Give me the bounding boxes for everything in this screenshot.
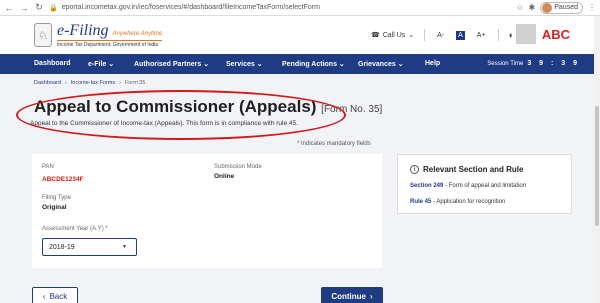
kebab-menu-icon[interactable]: ⋮: [588, 3, 596, 12]
assessment-year-select[interactable]: 2018-19 ▼: [42, 238, 137, 256]
url-text: eportal.incometax.gov.in/iec/foservices/…: [61, 4, 320, 11]
call-us-button[interactable]: ☎ Call Us ⌄: [370, 31, 415, 40]
chevron-right-icon: ›: [64, 80, 67, 86]
logo-subtitle: Income Tax Department, Government of Ind…: [57, 40, 163, 48]
continue-button[interactable]: Continue ›: [321, 287, 383, 303]
site-header: ♘ e-Filing Anywhere Anytime Income Tax D…: [0, 16, 600, 54]
breadcrumb: Dashboard › Income-tax Forms › Form 35: [34, 80, 145, 86]
chevron-right-icon: ›: [119, 80, 121, 86]
browser-toolbar: ← → ↻ 🔒 eportal.incometax.gov.in/iec/fos…: [0, 0, 600, 16]
chevron-right-icon: ›: [370, 291, 373, 301]
session-label: Session Time: [487, 60, 524, 67]
pan-label: PAN: [42, 164, 54, 170]
side-title-text: Relevant Section and Rule: [423, 165, 524, 174]
nav-label: Pending Actions: [282, 61, 337, 68]
reload-icon[interactable]: ↻: [33, 2, 45, 14]
section-line: Section 249 - Form of appeal and limitat…: [410, 183, 526, 189]
phone-icon: ☎: [370, 32, 380, 39]
pan-value: ABCDE1234F: [42, 176, 84, 183]
info-icon: i: [410, 165, 419, 174]
star-icon[interactable]: ☆: [516, 3, 523, 12]
scrollbar-thumb[interactable]: [595, 106, 599, 226]
nav-item-dashboard[interactable]: Dashboard: [34, 60, 71, 67]
relevant-section-card: i Relevant Section and Rule Section 249 …: [397, 154, 572, 214]
nav-item-services[interactable]: Services ⌄: [226, 60, 263, 68]
submission-mode-value: Online: [214, 173, 235, 180]
user-avatar[interactable]: [515, 24, 536, 44]
breadcrumb-current: Form 35: [124, 80, 146, 86]
session-timer: Session Time 3 9 : 3 9: [487, 60, 580, 67]
nav-label: Services: [226, 61, 255, 68]
arrow-left-icon[interactable]: ←: [3, 2, 15, 14]
lock-icon: 🔒: [49, 4, 58, 12]
side-card-title: i Relevant Section and Rule: [410, 165, 523, 174]
extensions-icon[interactable]: ✱: [529, 3, 536, 12]
logo-title: e-Filing: [57, 22, 109, 39]
form-details-card: PAN ABCDE1234F Submission Mode Online Fi…: [32, 154, 382, 268]
arrow-right-icon[interactable]: →: [18, 2, 30, 14]
nav-item-grievances[interactable]: Grievances ⌄: [358, 60, 404, 68]
scrollbar[interactable]: [594, 16, 600, 303]
nav-item-efile[interactable]: e-File ⌄: [88, 60, 114, 68]
assessment-year-value: 2018-19: [49, 243, 75, 251]
logo-tagline: Anywhere Anytime: [112, 31, 163, 37]
chevron-down-icon: ⌄: [408, 32, 415, 39]
main-nav: Dashboard e-File ⌄ Authorised Partners ⌄…: [0, 54, 600, 74]
nav-item-pending-actions[interactable]: Pending Actions ⌄: [282, 60, 345, 68]
site-logo[interactable]: e-Filing Anywhere Anytime Income Tax Dep…: [57, 22, 163, 48]
submission-mode-label: Submission Mode: [214, 164, 262, 170]
font-increase-button[interactable]: A+: [475, 31, 488, 40]
breadcrumb-dashboard[interactable]: Dashboard: [34, 80, 61, 86]
breadcrumb-income-tax-forms[interactable]: Income-tax Forms: [71, 80, 115, 86]
profile-label: Paused: [554, 4, 578, 11]
nav-label: Authorised Partners: [134, 61, 202, 68]
session-time: 3 9 : 3 9: [527, 60, 580, 67]
divider: [497, 29, 499, 41]
section-249-link[interactable]: Section 249: [410, 183, 443, 189]
rule-text: - Application for recognition: [433, 199, 506, 205]
continue-label: Continue: [331, 291, 366, 301]
emblem-icon: ♘: [34, 23, 52, 47]
chevron-left-icon: ‹: [42, 291, 46, 301]
highlight-ellipse: [16, 90, 346, 140]
address-bar[interactable]: 🔒 eportal.incometax.gov.in/iec/foservice…: [49, 2, 516, 14]
nav-label: e-File: [88, 61, 107, 68]
user-name[interactable]: ABC: [542, 27, 570, 42]
divider: [424, 29, 426, 41]
font-normal-button[interactable]: A: [456, 30, 465, 40]
filing-type-label: Filing Type: [42, 195, 71, 201]
nav-item-authorised-partners[interactable]: Authorised Partners ⌄: [134, 60, 209, 68]
nav-item-help[interactable]: Help: [425, 60, 440, 67]
profile-button[interactable]: Paused: [540, 1, 583, 14]
back-button[interactable]: ‹ Back: [32, 287, 78, 303]
rule-45-link[interactable]: Rule 45: [410, 199, 431, 205]
section-text: - Form of appeal and limitation: [445, 183, 527, 189]
mandatory-note: * Indicates mandatory fields: [297, 141, 371, 147]
call-us-label: Call Us: [382, 31, 406, 39]
font-decrease-button[interactable]: A-: [435, 31, 446, 40]
contrast-icon[interactable]: ◐: [509, 30, 514, 40]
assessment-year-label: Assessment Year (A.Y) *: [42, 226, 108, 232]
filing-type-value: Original: [42, 204, 67, 211]
rule-line: Rule 45 - Application for recognition: [410, 199, 505, 205]
caret-down-icon: ▼: [122, 244, 127, 250]
avatar: [542, 2, 553, 13]
nav-label: Grievances: [358, 61, 396, 68]
back-label: Back: [49, 291, 68, 301]
